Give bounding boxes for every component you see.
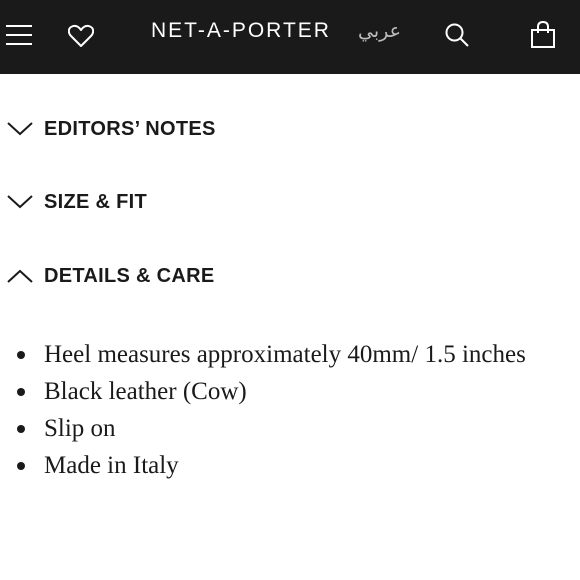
chevron-down-icon — [7, 122, 33, 136]
list-item: Heel measures approximately 40mm/ 1.5 in… — [17, 336, 580, 373]
accordion-editors-notes[interactable]: EDITORS’ NOTES — [0, 109, 580, 149]
language-switch[interactable]: عربي — [358, 16, 401, 46]
menu-icon[interactable] — [6, 24, 32, 46]
list-item: Made in Italy — [17, 447, 580, 484]
accordion-label: EDITORS’ NOTES — [44, 117, 216, 140]
chevron-down-icon — [7, 195, 33, 209]
details-list: Heel measures approximately 40mm/ 1.5 in… — [0, 336, 580, 484]
heart-icon[interactable] — [68, 24, 94, 48]
accordion-label: SIZE & FIT — [44, 190, 147, 213]
accordion-details-care[interactable]: DETAILS & CARE — [0, 256, 580, 296]
accordion-size-fit[interactable]: SIZE & FIT — [0, 182, 580, 222]
site-logo[interactable]: NET-A-PORTER — [151, 16, 331, 46]
list-item: Black leather (Cow) — [17, 373, 580, 410]
list-item: Slip on — [17, 410, 580, 447]
accordion-label: DETAILS & CARE — [44, 264, 215, 287]
shopping-bag-icon[interactable] — [530, 21, 556, 49]
search-icon[interactable] — [444, 22, 470, 48]
top-nav-bar: NET-A-PORTER عربي — [0, 0, 580, 74]
chevron-up-icon — [7, 269, 33, 283]
